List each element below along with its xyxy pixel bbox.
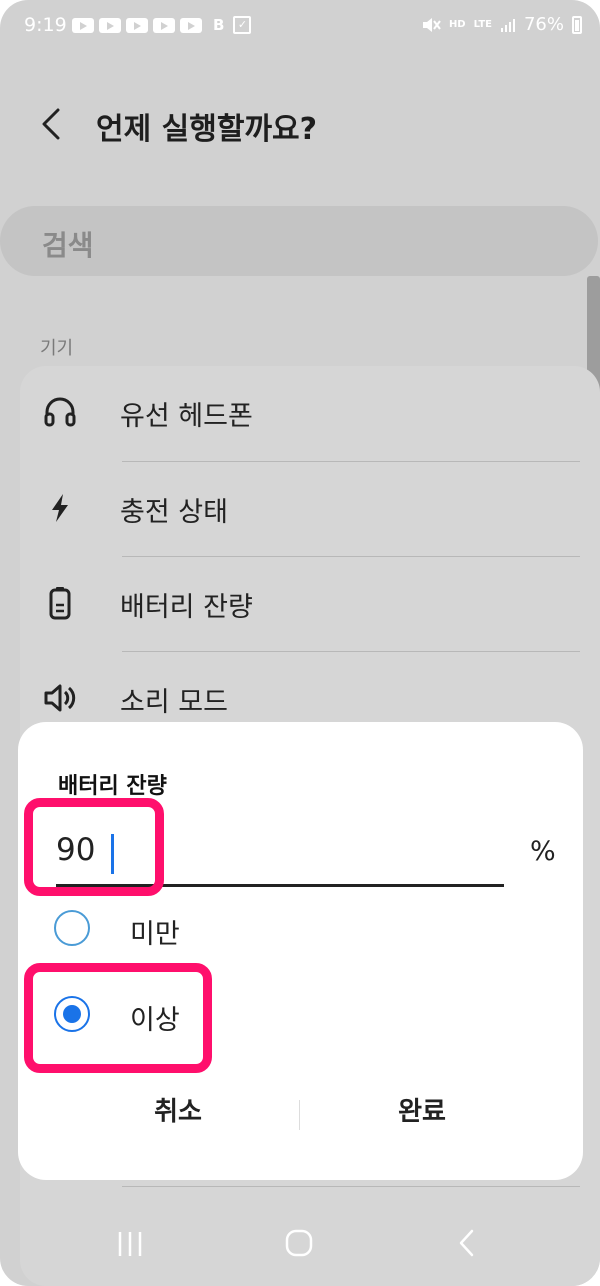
battery-icon (49, 587, 71, 620)
battery-level-dialog: 배터리 잔량 90 % 미만 이상 취소 완료 (18, 722, 583, 1180)
nav-back-button[interactable] (437, 1222, 497, 1266)
status-right: HD LTE 76% (421, 14, 582, 35)
status-time: 9:19 (24, 14, 67, 36)
phone-screen: 9:19 B ✓ HD LTE 76% 언제 실행할까요? 검색 기기 유선 헤… (0, 0, 600, 1286)
list-item-label: 충전 상태 (120, 497, 228, 528)
lte-icon: LTE (473, 18, 492, 30)
battery-percent: 76% (523, 14, 564, 35)
search-input[interactable]: 검색 (0, 206, 598, 276)
list-item-wired-headphones[interactable]: 유선 헤드폰 (20, 366, 600, 460)
list-item-charging-status[interactable]: 충전 상태 (20, 462, 600, 556)
mute-icon (422, 17, 441, 32)
headphones-icon (44, 397, 76, 427)
lightning-icon (52, 494, 68, 522)
signal-icon (500, 18, 515, 32)
list-item-label: 소리 모드 (120, 687, 228, 718)
cancel-button[interactable]: 취소 (58, 1082, 298, 1142)
section-label-device: 기기 (40, 338, 74, 359)
search-placeholder: 검색 (42, 229, 94, 262)
divider (122, 1186, 580, 1187)
page-title: 언제 실행할까요? (96, 112, 318, 147)
battery-status-icon (572, 15, 582, 34)
status-bar: 9:19 B ✓ HD LTE 76% (0, 0, 600, 56)
check-icon: ✓ (233, 16, 252, 34)
dialog-title: 배터리 잔량 (58, 774, 167, 799)
list-item-label: 유선 헤드폰 (120, 401, 253, 432)
option-below[interactable]: 미만 (54, 902, 354, 958)
youtube-icon (99, 17, 121, 33)
youtube-icon (126, 17, 148, 33)
list-item-battery-level[interactable]: 배터리 잔량 (20, 557, 600, 651)
notification-icons: B ✓ (72, 16, 252, 34)
back-arrow-icon (42, 108, 60, 140)
home-button[interactable] (269, 1222, 329, 1266)
list-item-label: 배터리 잔량 (120, 592, 253, 623)
b-app-icon: B (213, 16, 225, 34)
youtube-icon (153, 17, 175, 33)
highlight-box-input (24, 798, 164, 896)
hd-icon: HD (448, 18, 466, 30)
speaker-icon (44, 684, 76, 712)
youtube-icon (180, 17, 202, 33)
youtube-icon (72, 17, 94, 33)
percent-unit: % (530, 836, 556, 867)
navigation-bar (0, 1200, 600, 1286)
done-button[interactable]: 완료 (302, 1082, 542, 1142)
header: 언제 실행할까요? (0, 90, 600, 160)
option-below-label: 미만 (130, 919, 180, 950)
recent-apps-icon (118, 1232, 142, 1256)
nav-back-icon (459, 1229, 474, 1257)
highlight-box-above (24, 963, 212, 1073)
radio-below[interactable] (54, 910, 90, 946)
button-separator (299, 1100, 300, 1130)
back-button[interactable] (36, 102, 76, 148)
home-icon (285, 1229, 313, 1257)
recent-apps-button[interactable] (100, 1222, 160, 1266)
